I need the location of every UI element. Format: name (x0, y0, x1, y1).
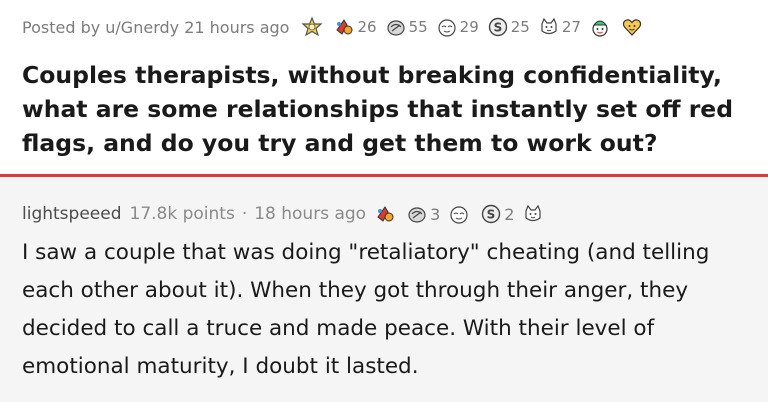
award[interactable]: 3 (406, 203, 440, 225)
helpful-award-icon (336, 19, 353, 35)
comment-username[interactable]: lightspeeed (22, 204, 122, 224)
award[interactable] (522, 203, 546, 225)
award[interactable]: 27 (538, 16, 581, 38)
award[interactable]: 55 (385, 16, 428, 38)
meta-separator: · (241, 204, 248, 224)
hugz-award-icon (438, 19, 456, 37)
award-count: 27 (561, 18, 581, 36)
coin-award-icon: S (482, 204, 501, 224)
wholesome-award-icon (408, 207, 426, 223)
comment-body: I saw a couple that was doing "retaliato… (22, 240, 710, 379)
award-count: 29 (459, 18, 479, 36)
coin-award-icon: S (488, 17, 507, 37)
award[interactable] (374, 203, 398, 225)
award-count: 3 (430, 204, 441, 224)
comment-points: 17.8k points (129, 204, 235, 224)
post-title[interactable]: Couples therapists, without breaking con… (22, 58, 757, 160)
award[interactable] (621, 16, 645, 38)
svg-text:S: S (493, 21, 502, 35)
hugz-award-icon (450, 206, 468, 224)
svg-text:S: S (487, 208, 496, 222)
silver-award-icon (301, 16, 324, 37)
award[interactable]: S 2 (480, 203, 514, 225)
award[interactable] (589, 16, 613, 38)
award-count: 25 (510, 18, 530, 36)
bravo-award-icon (541, 17, 557, 35)
award[interactable]: 26 (333, 16, 377, 38)
award[interactable]: 29 (436, 16, 479, 38)
comment: lightspeeed 17.8k points · 18 hours ago … (0, 177, 768, 402)
award-count: 55 (408, 18, 428, 36)
post: Posted by u/Gnerdy 21 hours ago 26 55 29… (0, 0, 768, 174)
comment-meta: lightspeeed 17.8k points · 18 hours ago … (22, 201, 554, 227)
post-meta: Posted by u/Gnerdy 21 hours ago 26 55 29… (22, 12, 653, 42)
posted-by[interactable]: Posted by u/Gnerdy 21 hours ago (22, 18, 289, 37)
wholesome-award-icon (386, 20, 405, 36)
award[interactable]: S 25 (487, 16, 530, 38)
award-count: 2 (504, 204, 515, 224)
heart-award-icon (622, 19, 642, 36)
helpful-award-icon (377, 206, 394, 222)
award[interactable] (301, 16, 325, 38)
award[interactable] (448, 203, 472, 225)
award-count: 26 (357, 18, 377, 36)
party-award-icon (592, 20, 608, 37)
bravo-award-icon (525, 204, 542, 222)
comment-time[interactable]: 18 hours ago (254, 204, 366, 224)
